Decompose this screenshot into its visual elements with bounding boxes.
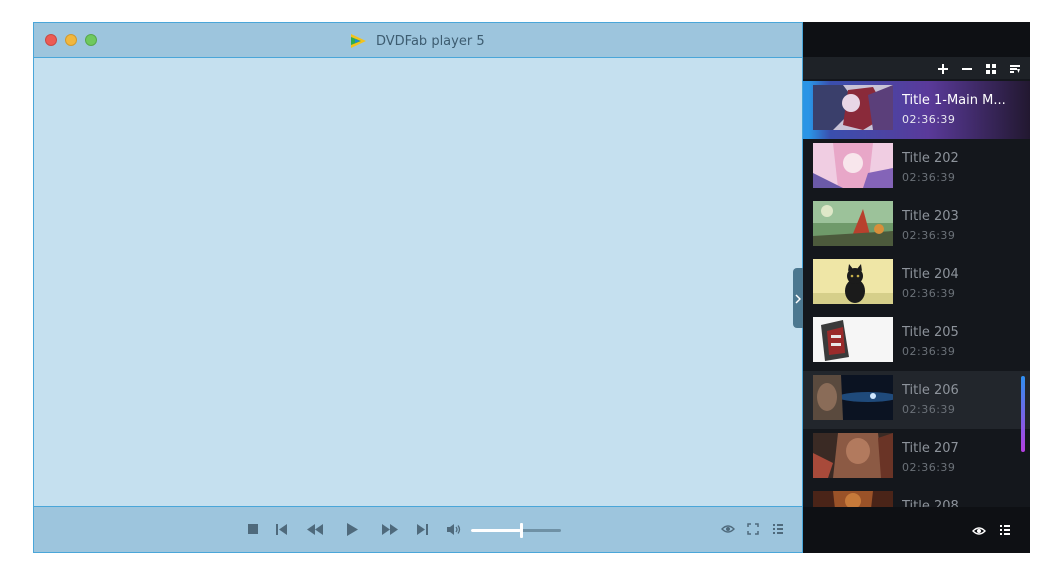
playlist-item[interactable]: Title 208 [803, 487, 1030, 507]
playlist-item-duration: 02:36:39 [902, 287, 956, 300]
remove-item-button[interactable] [959, 60, 975, 76]
volume-button[interactable] [445, 521, 461, 537]
playlist-item-title: Title 204 [902, 267, 959, 282]
playlist-item-duration: 02:36:39 [902, 403, 956, 416]
app-name: DVDFab player 5 [376, 33, 485, 49]
fullscreen-icon [747, 523, 759, 535]
rewind-button[interactable] [305, 521, 325, 537]
previous-button[interactable] [274, 521, 290, 537]
playlist-item[interactable]: Title 207 02:36:39 [803, 429, 1030, 487]
minimize-window-button[interactable] [65, 34, 77, 46]
playlist-item[interactable]: Title 202 02:36:39 [803, 139, 1030, 197]
playlist-view-button[interactable] [971, 522, 987, 538]
playlist-footer [803, 507, 1030, 553]
playlist: Title 1-Main M... 02:36:39 Title 202 02:… [803, 79, 1030, 507]
eye-icon [721, 524, 735, 534]
rewind-icon [306, 523, 324, 536]
playlist-item-duration: 02:36:39 [902, 461, 956, 474]
plus-icon [938, 59, 948, 78]
collapse-playlist-button[interactable] [793, 268, 803, 328]
playlist-toolbar [803, 57, 1030, 79]
add-item-button[interactable] [935, 60, 951, 76]
playlist-item[interactable]: Title 206 02:36:39 [803, 371, 1030, 429]
playlist-header [803, 22, 1030, 57]
playlist-toggle-button[interactable] [770, 521, 786, 537]
volume-slider[interactable] [471, 523, 561, 538]
playlist-item-duration: 02:36:39 [902, 345, 956, 358]
list-icon [999, 521, 1011, 540]
fast-forward-button[interactable] [380, 521, 400, 537]
playlist-item-title: Title 208 [902, 499, 959, 507]
title-bar[interactable]: DVDFab player 5 [34, 23, 802, 58]
playlist-list-button[interactable] [997, 522, 1013, 538]
dvdfab-logo-icon [350, 33, 368, 49]
volume-icon [446, 523, 461, 536]
playlist-panel: Title 1-Main M... 02:36:39 Title 202 02:… [803, 22, 1030, 553]
playlist-item-title: Title 202 [902, 151, 959, 166]
eye-icon [972, 521, 986, 540]
thumbnail [813, 433, 893, 478]
thumbnail [813, 491, 893, 507]
playlist-item[interactable]: Title 203 02:36:39 [803, 197, 1030, 255]
thumbnail [813, 375, 893, 420]
playlist-item-title: Title 205 [902, 325, 959, 340]
thumbnail [813, 201, 893, 246]
app-title: DVDFab player 5 [350, 31, 485, 51]
playlist-item[interactable]: Title 1-Main M... 02:36:39 [803, 81, 1030, 139]
playlist-item-title: Title 203 [902, 209, 959, 224]
volume-slider-handle[interactable] [519, 523, 523, 538]
sort-icon [1010, 59, 1020, 78]
playlist-item-title: Title 1-Main M... [902, 93, 1006, 108]
close-window-button[interactable] [45, 34, 57, 46]
skip-next-icon [415, 523, 429, 536]
playback-controls [34, 506, 802, 552]
stop-icon [247, 523, 259, 535]
fast-forward-icon [381, 523, 399, 536]
playlist-scrollbar[interactable] [1021, 376, 1025, 452]
grid-view-icon [986, 59, 996, 78]
skip-previous-icon [275, 523, 289, 536]
play-icon [346, 522, 359, 537]
play-button[interactable] [344, 521, 360, 537]
playlist-item-duration: 02:36:39 [902, 113, 956, 126]
minus-icon [962, 59, 972, 78]
thumbnail [813, 259, 893, 304]
list-icon [772, 523, 784, 535]
fullscreen-button[interactable] [745, 521, 761, 537]
playlist-item-duration: 02:36:39 [902, 229, 956, 242]
view-button[interactable] [720, 521, 736, 537]
stop-button[interactable] [245, 521, 261, 537]
volume-level [471, 529, 521, 532]
thumbnail [813, 143, 893, 188]
maximize-window-button[interactable] [85, 34, 97, 46]
chevron-right-icon [795, 289, 802, 308]
video-area[interactable] [34, 58, 802, 506]
playlist-item[interactable]: Title 205 02:36:39 [803, 313, 1030, 371]
thumbnail [813, 85, 893, 130]
next-button[interactable] [414, 521, 430, 537]
playlist-item-title: Title 207 [902, 441, 959, 456]
grid-view-button[interactable] [983, 60, 999, 76]
player-window: DVDFab player 5 [33, 22, 803, 553]
sort-button[interactable] [1007, 60, 1023, 76]
thumbnail [813, 317, 893, 362]
playlist-item-duration: 02:36:39 [902, 171, 956, 184]
playlist-item[interactable]: Title 204 02:36:39 [803, 255, 1030, 313]
playlist-item-title: Title 206 [902, 383, 959, 398]
